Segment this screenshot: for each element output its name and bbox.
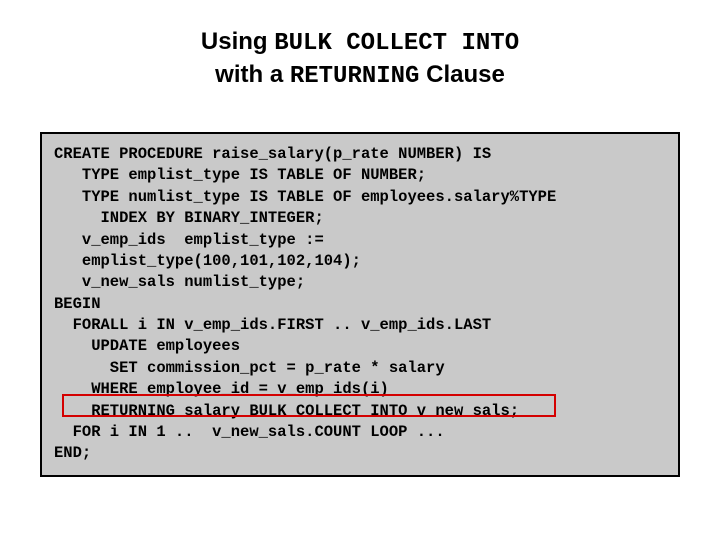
slide-page: Using BULK COLLECT INTO with a RETURNING… <box>0 0 720 540</box>
code-line: END; <box>54 443 666 464</box>
code-line: SET commission_pct = p_rate * salary <box>54 358 666 379</box>
title-line1-mono: BULK COLLECT INTO <box>274 30 519 57</box>
code-line: emplist_type(100,101,102,104); <box>54 251 666 272</box>
code-line: v_emp_ids emplist_type := <box>54 230 666 251</box>
code-line: TYPE numlist_type IS TABLE OF employees.… <box>54 187 666 208</box>
highlight-box <box>62 394 556 417</box>
code-line: INDEX BY BINARY_INTEGER; <box>54 208 666 229</box>
code-line: TYPE emplist_type IS TABLE OF NUMBER; <box>54 165 666 186</box>
code-line: FOR i IN 1 .. v_new_sals.COUNT LOOP ... <box>54 422 666 443</box>
code-line: BEGIN <box>54 294 666 315</box>
title-line2-mono: RETURNING <box>290 63 420 90</box>
title-line2-text: with a <box>215 61 290 88</box>
code-line: FORALL i IN v_emp_ids.FIRST .. v_emp_ids… <box>54 315 666 336</box>
title-line1-text: Using <box>201 28 274 55</box>
code-block: CREATE PROCEDURE raise_salary(p_rate NUM… <box>40 132 680 477</box>
slide-title: Using BULK COLLECT INTO with a RETURNING… <box>0 26 720 92</box>
code-line: UPDATE employees <box>54 336 666 357</box>
code-line: v_new_sals numlist_type; <box>54 272 666 293</box>
title-line2-after: Clause <box>419 61 504 88</box>
code-line: CREATE PROCEDURE raise_salary(p_rate NUM… <box>54 144 666 165</box>
